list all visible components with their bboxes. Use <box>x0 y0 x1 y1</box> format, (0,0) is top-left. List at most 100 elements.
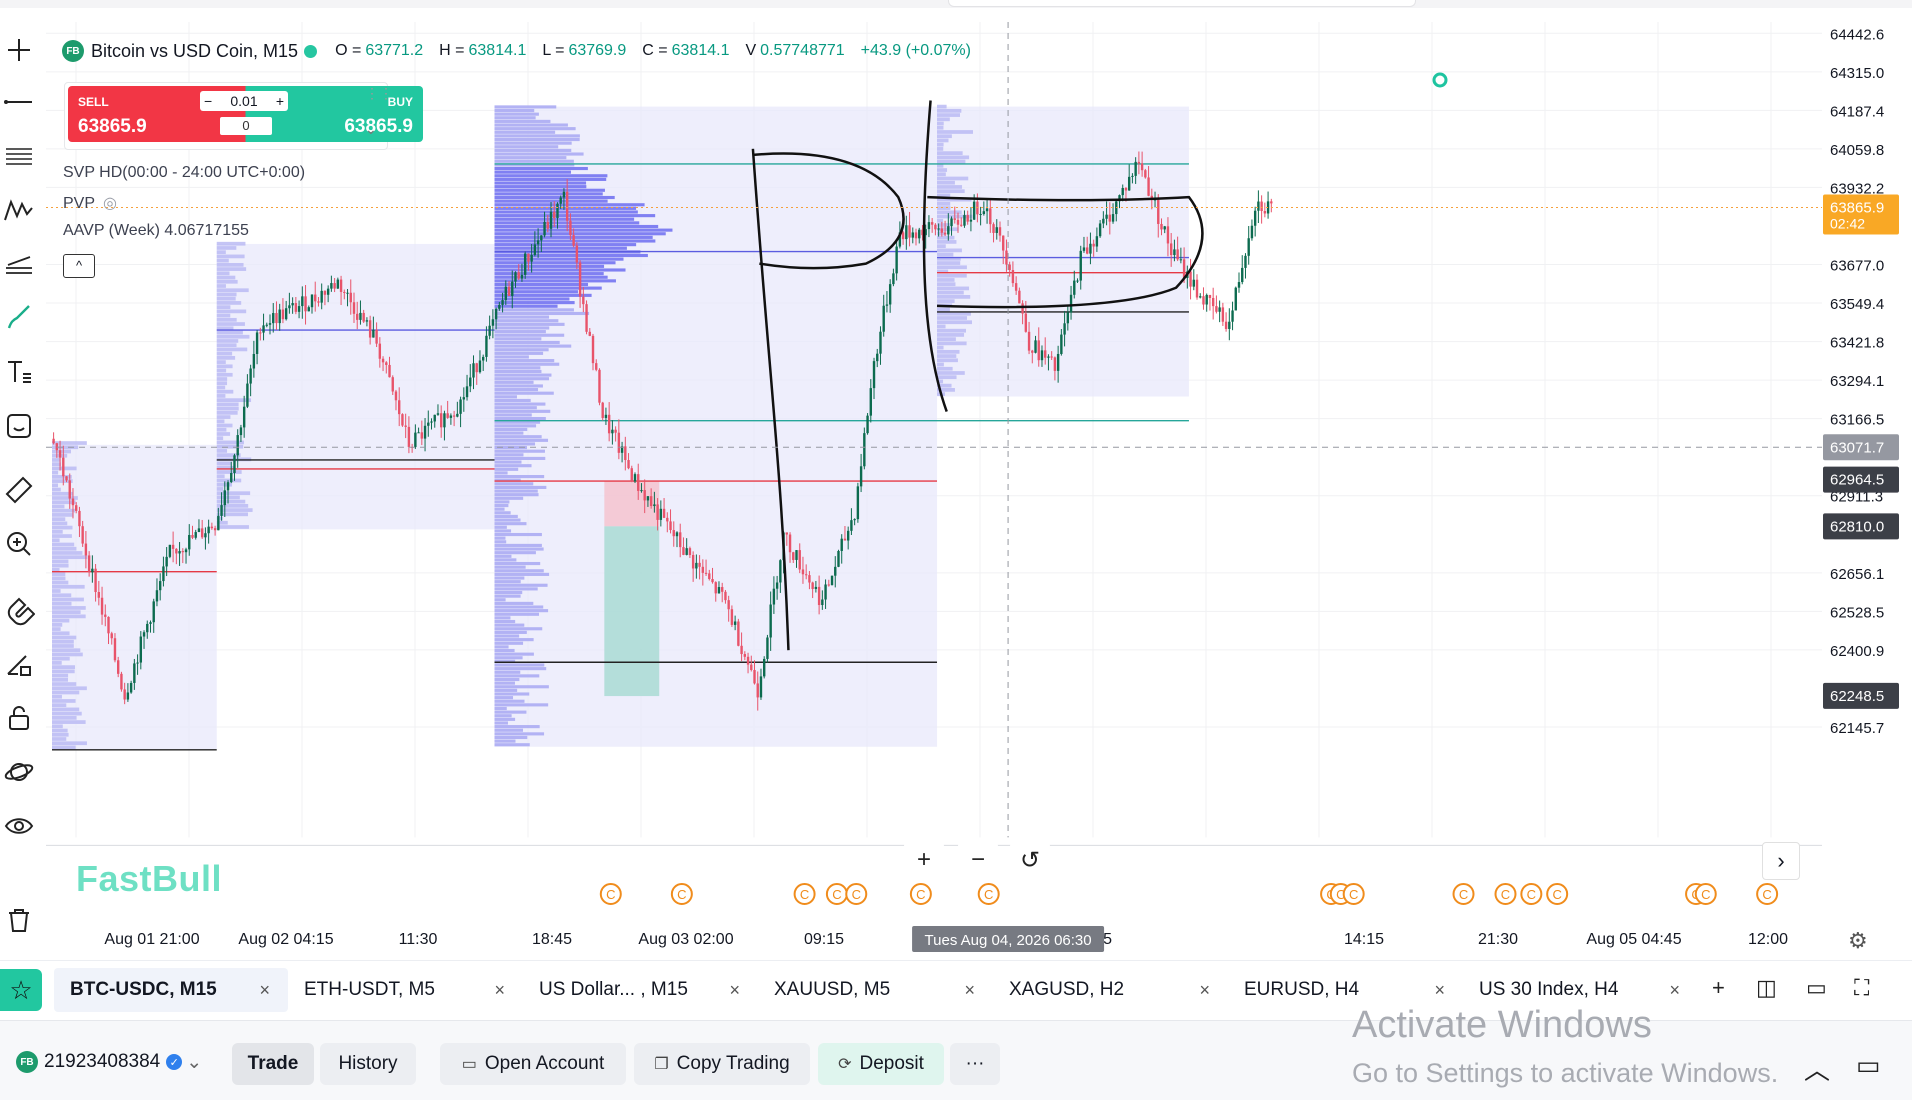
scroll-to-realtime-button[interactable]: › <box>1762 842 1800 880</box>
more-button[interactable]: ··· <box>950 1043 1000 1085</box>
tab-eth-usdt[interactable]: ETH-USDT, M5 × <box>288 968 523 1012</box>
ruler-icon[interactable] <box>0 470 38 510</box>
close-icon[interactable]: × <box>1199 980 1210 1001</box>
volume-profile-bar <box>52 593 72 598</box>
fib-retracement-icon[interactable] <box>0 136 38 176</box>
volume-profile-bar <box>216 309 247 314</box>
candle-body <box>863 433 866 467</box>
volume-profile-bar <box>494 177 607 181</box>
volume-profile-bar <box>937 235 955 240</box>
candle-body <box>763 658 766 677</box>
zoom-in-button[interactable]: + <box>904 842 944 878</box>
candle-body <box>662 508 666 518</box>
volume-profile-bar <box>494 355 529 359</box>
panel-icon[interactable]: ▭ <box>1856 1050 1881 1081</box>
candle-body <box>165 556 168 567</box>
indicator-pvp[interactable]: PVP ◎ <box>63 193 117 213</box>
volume-profile-bar <box>494 362 560 366</box>
magnet-icon[interactable] <box>0 590 38 630</box>
zoom-out-button[interactable]: − <box>958 842 998 878</box>
collapse-indicators-button[interactable]: ^ <box>63 254 95 278</box>
hidden-eye-icon[interactable]: ◎ <box>103 195 117 212</box>
account-selector[interactable]: FB 21923408384 ✓ ⌄ <box>10 1041 202 1083</box>
volume-profile-bar <box>494 514 518 518</box>
volume-profile-bar <box>494 728 523 732</box>
volume-profile-bar <box>937 265 967 270</box>
price-chart[interactable]: CCCCCCCCCCCCCCCCCAug 01 21:00Aug 02 04:1… <box>46 22 1912 968</box>
eye-icon[interactable] <box>0 806 38 846</box>
window-icon[interactable]: ▭ <box>1806 975 1827 1001</box>
history-button[interactable]: History <box>320 1043 416 1085</box>
candle-body <box>414 432 417 448</box>
qty-value[interactable]: 0.01 <box>230 93 257 109</box>
volume-profile-bar <box>216 351 233 356</box>
tab-xagusd[interactable]: XAGUSD, H2 × <box>993 968 1228 1012</box>
reset-zoom-button[interactable]: ↺ <box>1010 842 1050 878</box>
trend-line-icon[interactable] <box>0 82 38 122</box>
candle-body <box>540 235 543 241</box>
close-icon[interactable]: × <box>1669 980 1680 1001</box>
candle-body <box>714 582 717 594</box>
chevron-down-icon[interactable]: ⌄ <box>365 121 377 138</box>
sell-button[interactable]: SELL 63865.9 <box>68 86 178 142</box>
pattern-tool-icon[interactable] <box>0 190 38 230</box>
candle-body <box>1244 255 1247 268</box>
trade-button[interactable]: Trade <box>232 1043 314 1085</box>
candle-body <box>440 413 443 428</box>
candle-body <box>117 660 120 674</box>
volume-profile-bar <box>494 612 540 616</box>
lock-icon[interactable] <box>0 698 38 738</box>
chevron-up-icon[interactable]: ︿ <box>1804 1050 1830 1087</box>
fullscreen-icon[interactable]: ⛶ <box>1854 975 1869 1001</box>
chart-area[interactable]: CCCCCCCCCCCCCCCCCAug 01 21:00Aug 02 04:1… <box>46 22 1912 968</box>
volume-profile-bar <box>494 703 549 707</box>
indicator-aavp[interactable]: AAVP (Week) 4.06717155 <box>63 222 249 240</box>
close-icon[interactable]: × <box>1434 980 1445 1001</box>
planet-icon[interactable] <box>0 752 38 792</box>
crosshair-tool-icon[interactable] <box>0 30 38 70</box>
favorites-star-icon[interactable]: ☆ <box>0 969 42 1011</box>
drag-handle-icon[interactable]: ⋮⋮ <box>365 85 393 102</box>
volume-profile-bar <box>494 598 506 602</box>
zoom-in-icon[interactable] <box>0 524 38 564</box>
volume-profile-bar <box>937 345 944 350</box>
event-marker-label: C <box>832 887 841 902</box>
quantity-stepper[interactable]: − 0.01 + 0 <box>178 86 313 142</box>
layout-icon[interactable]: ◫ <box>1756 975 1777 1001</box>
emoji-icon[interactable] <box>0 406 38 446</box>
candle-body <box>701 566 705 573</box>
add-tab-icon[interactable]: + <box>1712 975 1725 1001</box>
close-icon[interactable]: × <box>729 980 740 1001</box>
top-dropdown[interactable] <box>948 0 1416 7</box>
candle-body <box>1147 177 1150 196</box>
brush-icon[interactable] <box>0 298 38 338</box>
tab-btc-usdc[interactable]: BTC-USDC, M15 × <box>54 968 288 1012</box>
volume-profile-bar <box>494 170 571 174</box>
volume-profile-bar <box>937 147 944 151</box>
tab-xauusd[interactable]: XAUUSD, M5 × <box>758 968 993 1012</box>
spread-field[interactable]: 0 <box>220 117 272 135</box>
qty-plus-button[interactable]: + <box>276 93 284 109</box>
qty-minus-button[interactable]: − <box>204 93 212 109</box>
volume-profile-bar <box>216 440 244 445</box>
copy-trading-button[interactable]: ❐ Copy Trading <box>634 1043 810 1085</box>
indicator-svp[interactable]: SVP HD(00:00 - 24:00 UTC+0:00) <box>63 164 305 182</box>
text-tool-icon[interactable] <box>0 352 38 392</box>
tab-us-dollar[interactable]: US Dollar... , M15 × <box>523 968 758 1012</box>
close-icon[interactable]: × <box>494 980 505 1001</box>
candle-body <box>133 663 136 683</box>
chart-title[interactable]: Bitcoin vs USD Coin, M15 <box>91 41 298 62</box>
close-icon[interactable]: × <box>964 980 975 1001</box>
deposit-button[interactable]: ⟳ Deposit <box>818 1043 944 1085</box>
candle-body <box>385 362 388 365</box>
draw-mode-icon[interactable] <box>0 644 38 684</box>
forecast-tool-icon[interactable] <box>0 244 38 284</box>
volume-profile-bar <box>52 525 73 530</box>
gear-icon[interactable]: ⚙ <box>1848 928 1868 954</box>
candle-body <box>943 232 947 235</box>
trash-icon[interactable] <box>0 900 38 940</box>
candle-body <box>746 656 750 665</box>
close-icon[interactable]: × <box>259 980 270 1001</box>
volume-profile-bar <box>216 385 226 390</box>
open-account-button[interactable]: ▭ Open Account <box>440 1043 626 1085</box>
